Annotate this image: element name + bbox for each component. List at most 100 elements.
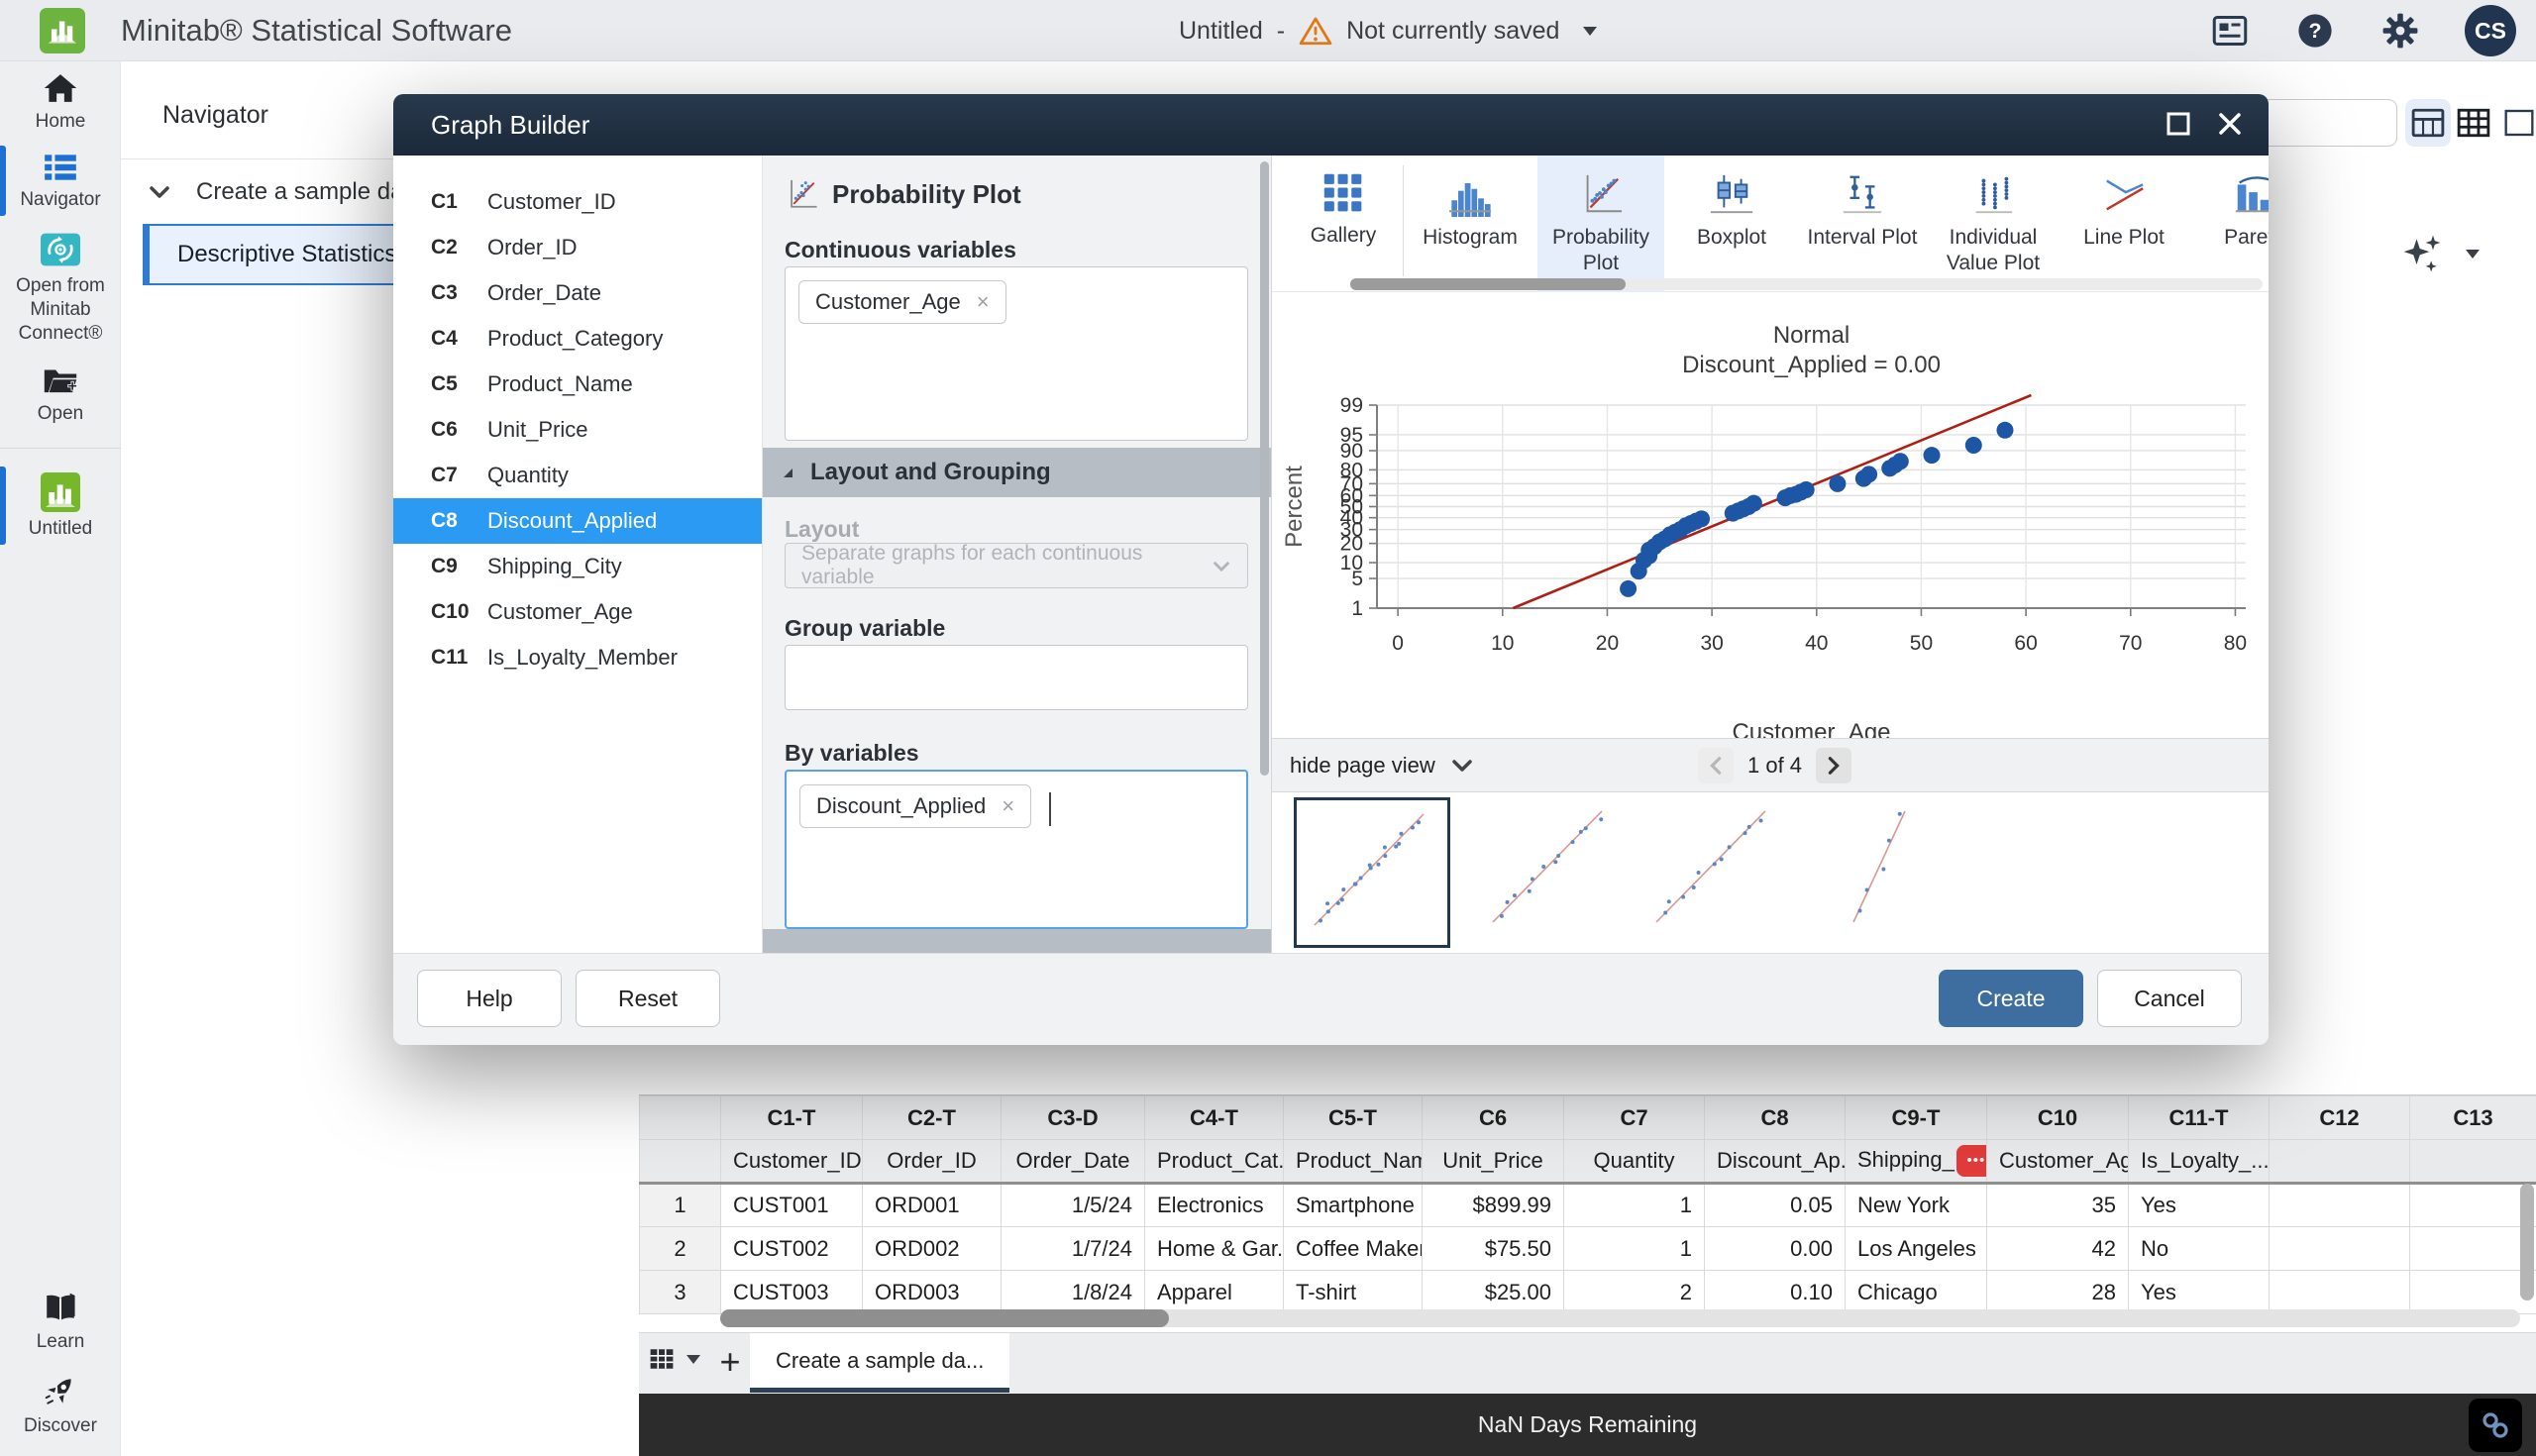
gallery-item-individual-value-plot[interactable]: Individual Value Plot — [1930, 156, 2057, 292]
table-cell[interactable]: ORD003 — [863, 1271, 1002, 1314]
settings-scrollbar[interactable] — [1260, 161, 1269, 776]
column-id-header[interactable]: C10 — [1987, 1096, 2129, 1140]
column-row-c10[interactable]: C10Customer_Age — [393, 589, 762, 635]
reset-button[interactable]: Reset — [576, 970, 720, 1027]
table-cell[interactable]: CUST003 — [721, 1271, 863, 1314]
column-id-header[interactable]: C1-T — [721, 1096, 863, 1140]
table-cell[interactable]: Chicago — [1846, 1271, 1987, 1314]
cancel-button[interactable]: Cancel — [2097, 970, 2242, 1027]
column-name-header[interactable]: Is_Loyalty_... — [2129, 1140, 2270, 1184]
table-cell[interactable]: $25.00 — [1423, 1271, 1564, 1314]
table-cell[interactable]: Coffee Maker — [1284, 1227, 1423, 1271]
add-worksheet-button[interactable]: + — [710, 1341, 750, 1383]
table-cell[interactable]: 1/8/24 — [1002, 1271, 1145, 1314]
table-cell[interactable]: 1/7/24 — [1002, 1227, 1145, 1271]
sidebar-item-open[interactable]: Open — [0, 354, 121, 434]
column-row-c5[interactable]: C5Product_Name — [393, 362, 762, 407]
gallery-item-probability-plot[interactable]: Probability Plot — [1537, 156, 1664, 292]
gallery-item-interval-plot[interactable]: Interval Plot — [1799, 156, 1926, 292]
gallery-item-pareto[interactable]: Pareto — [2191, 156, 2269, 292]
share-link-button[interactable] — [2469, 1399, 2522, 1452]
variable-chip-discount_applied[interactable]: Discount_Applied× — [799, 784, 1031, 828]
table-cell[interactable]: $75.50 — [1423, 1227, 1564, 1271]
column-id-header[interactable]: C12 — [2270, 1096, 2410, 1140]
hide-page-view-button[interactable]: hide page view — [1290, 753, 1473, 779]
table-cell[interactable] — [2270, 1227, 2410, 1271]
whats-new-button[interactable] — [2209, 10, 2251, 52]
page-thumbnail-1[interactable] — [1294, 797, 1450, 948]
column-id-header[interactable]: C5-T — [1284, 1096, 1423, 1140]
column-id-header[interactable]: C3-D — [1002, 1096, 1145, 1140]
table-cell[interactable]: No — [2129, 1227, 2270, 1271]
by-variables-dropzone[interactable]: Discount_Applied× — [785, 770, 1248, 929]
document-status[interactable]: Untitled - Not currently saved — [1179, 0, 1599, 61]
table-cell[interactable]: 2 — [1564, 1271, 1705, 1314]
column-row-c8[interactable]: C8Discount_Applied — [393, 498, 762, 544]
column-name-header[interactable]: Shipping_••• — [1846, 1140, 1987, 1184]
page-thumbnail-4[interactable] — [1802, 797, 1953, 942]
group-variable-dropzone[interactable] — [785, 645, 1248, 710]
table-cell[interactable]: 0.05 — [1705, 1184, 1846, 1227]
table-vertical-scrollbar[interactable] — [2520, 1184, 2534, 1312]
collapsed-section-bar[interactable] — [763, 929, 1271, 953]
column-name-header[interactable]: Unit_Price — [1423, 1140, 1564, 1184]
table-cell[interactable]: CUST002 — [721, 1227, 863, 1271]
scrollbar-thumb[interactable] — [720, 1309, 1169, 1327]
layout-and-grouping-section[interactable]: Layout and Grouping — [763, 448, 1271, 497]
previous-page-button[interactable] — [1698, 748, 1734, 783]
create-button[interactable]: Create — [1939, 970, 2083, 1027]
table-cell[interactable]: CUST001 — [721, 1184, 863, 1227]
maximize-button[interactable] — [2166, 111, 2191, 137]
column-id-header[interactable]: C8 — [1705, 1096, 1846, 1140]
column-name-header[interactable]: Customer_ID — [721, 1140, 863, 1184]
help-button[interactable]: Help — [417, 970, 562, 1027]
gallery-item-gallery[interactable]: Gallery — [1280, 156, 1407, 292]
column-name-header[interactable]: Order_ID — [863, 1140, 1002, 1184]
table-cell[interactable]: 1 — [1564, 1227, 1705, 1271]
single-view-toggle[interactable] — [2496, 99, 2536, 147]
table-cell[interactable]: Home & Gar... — [1145, 1227, 1284, 1271]
row-number[interactable]: 1 — [640, 1184, 721, 1227]
column-name-header[interactable]: Discount_Ap... — [1705, 1140, 1846, 1184]
column-row-c9[interactable]: C9Shipping_City — [393, 544, 762, 589]
layout-select[interactable]: Separate graphs for each continuous vari… — [785, 543, 1248, 588]
close-icon[interactable] — [2217, 111, 2243, 137]
sidebar-item-navigator[interactable]: Navigator — [0, 142, 121, 220]
column-id-header[interactable]: C13 — [2410, 1096, 2536, 1140]
scrollbar-thumb[interactable] — [1350, 278, 1626, 290]
table-cell[interactable]: New York — [1846, 1184, 1987, 1227]
table-cell[interactable]: 35 — [1987, 1184, 2129, 1227]
table-cell[interactable] — [2270, 1184, 2410, 1227]
table-cell[interactable]: 1 — [1564, 1184, 1705, 1227]
settings-button[interactable] — [2379, 10, 2421, 52]
continuous-variables-dropzone[interactable]: Customer_Age× — [785, 266, 1248, 441]
grid-view-toggle[interactable] — [2451, 99, 2496, 147]
next-page-button[interactable] — [1816, 748, 1851, 783]
sidebar-item-home[interactable]: Home — [0, 61, 121, 142]
column-row-c3[interactable]: C3Order_Date — [393, 270, 762, 316]
column-row-c11[interactable]: C11Is_Loyalty_Member — [393, 635, 762, 680]
column-name-header[interactable] — [2270, 1140, 2410, 1184]
table-cell[interactable]: Yes — [2129, 1271, 2270, 1314]
table-cell[interactable]: 28 — [1987, 1271, 2129, 1314]
column-row-c2[interactable]: C2Order_ID — [393, 225, 762, 270]
gallery-item-line-plot[interactable]: Line Plot — [2060, 156, 2187, 292]
column-id-header[interactable]: C4-T — [1145, 1096, 1284, 1140]
column-name-header[interactable]: Quantity — [1564, 1140, 1705, 1184]
ai-assistant-button[interactable] — [2400, 232, 2482, 275]
table-cell[interactable]: T-shirt — [1284, 1271, 1423, 1314]
table-cell[interactable] — [2270, 1271, 2410, 1314]
column-id-header[interactable]: C7 — [1564, 1096, 1705, 1140]
help-button[interactable]: ? — [2294, 10, 2336, 52]
sidebar-item-learn[interactable]: Learn — [0, 1282, 121, 1362]
column-name-header[interactable]: Order_Date — [1002, 1140, 1145, 1184]
split-view-toggle[interactable] — [2405, 99, 2451, 147]
column-name-header[interactable] — [2410, 1140, 2536, 1184]
column-row-c7[interactable]: C7Quantity — [393, 453, 762, 498]
column-id-header[interactable]: C2-T — [863, 1096, 1002, 1140]
table-cell[interactable] — [2410, 1227, 2536, 1271]
gallery-scrollbar[interactable] — [1350, 278, 2263, 290]
worksheet-list-button[interactable] — [649, 1347, 702, 1371]
row-number[interactable]: 3 — [640, 1271, 721, 1314]
scrollbar-thumb[interactable] — [2520, 1184, 2534, 1300]
